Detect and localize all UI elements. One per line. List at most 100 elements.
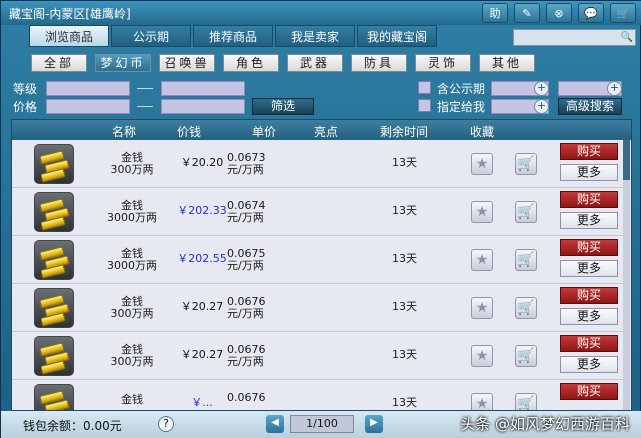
watermark: 头条 @如风梦幻西游百科 <box>460 415 630 433</box>
top-toolbar: 助 ✎ ⊗ 💬 🛒 <box>482 3 636 23</box>
gold-ingot-icon <box>34 288 74 328</box>
category-other[interactable]: 其他 <box>479 54 535 72</box>
assign-select[interactable]: + <box>491 99 549 114</box>
table-row[interactable]: 金钱 3000万两 ￥202.33 0.0674 元/万两 13天 ★ 🛒 购买… <box>12 188 624 236</box>
buy-button[interactable]: 购买 <box>560 335 618 352</box>
table-row[interactable]: 金钱 3000万两 ￥202.55 0.0675 元/万两 13天 ★ 🛒 购买… <box>12 236 624 284</box>
buy-button[interactable]: 购买 <box>560 143 618 160</box>
plus-icon: + <box>534 81 549 96</box>
category-all[interactable]: 全部 <box>31 54 87 72</box>
page-next-button[interactable]: ▶ <box>365 415 383 433</box>
cart-icon[interactable]: 🛒 <box>515 345 537 367</box>
filter-button[interactable]: 筛选 <box>252 98 314 115</box>
level-label: 等级 <box>13 82 38 96</box>
page-indicator: 1/100 <box>290 415 354 433</box>
item-unit: 元/万两 <box>227 355 264 368</box>
search-icon[interactable]: 🔍 <box>621 32 633 43</box>
assign-checkbox[interactable] <box>418 99 431 112</box>
tab-browse[interactable]: 浏览商品 <box>29 25 109 47</box>
more-button[interactable]: 更多 <box>560 308 618 325</box>
more-button[interactable]: 更多 <box>560 260 618 277</box>
buy-button[interactable]: 购买 <box>560 287 618 304</box>
item-time-left: 13天 <box>392 156 417 169</box>
public-label: 含公示期 <box>437 82 486 96</box>
category-role[interactable]: 角色 <box>223 54 279 72</box>
header-favorite: 收藏 <box>470 125 495 139</box>
star-icon[interactable]: ★ <box>471 297 493 319</box>
category-weapon[interactable]: 武器 <box>287 54 343 72</box>
header-time-left: 剩余时间 <box>380 125 429 139</box>
header-highlight: 亮点 <box>314 125 339 139</box>
table-row[interactable]: 金钱 300万两 ￥20.27 0.0676 元/万两 13天 ★ 🛒 购买 更… <box>12 284 624 332</box>
item-time-left: 13天 <box>392 204 417 217</box>
item-time-left: 13天 <box>392 300 417 313</box>
item-time-left: 13天 <box>392 252 417 265</box>
search-input[interactable] <box>514 30 635 46</box>
tab-recommend[interactable]: 推荐商品 <box>193 25 273 47</box>
star-icon[interactable]: ★ <box>471 153 493 175</box>
item-time-left: 13天 <box>392 396 417 409</box>
gold-ingot-icon <box>34 336 74 376</box>
edit-icon[interactable]: ✎ <box>514 3 540 23</box>
buy-button[interactable]: 购买 <box>560 239 618 256</box>
level-range-dash <box>137 88 153 89</box>
table-row[interactable]: 金钱 ￥... 0.0676 13天 ★ 🛒 购买 <box>12 380 624 410</box>
more-button[interactable]: 更多 <box>560 356 618 373</box>
tab-my-store[interactable]: 我的藏宝阁 <box>357 25 437 47</box>
table-row[interactable]: 金钱 300万两 ￥20.27 0.0676 元/万两 13天 ★ 🛒 购买 更… <box>12 332 624 380</box>
level-max-field[interactable] <box>161 81 245 96</box>
item-unit: 元/万两 <box>227 307 264 320</box>
scroll-thumb[interactable] <box>623 140 630 180</box>
header-unit-price: 单价 <box>252 125 277 139</box>
item-unit: 元/万两 <box>227 259 264 272</box>
cart-icon[interactable]: 🛒 <box>515 201 537 223</box>
cart-icon[interactable]: 🛒 <box>515 393 537 410</box>
page-prev-button[interactable]: ◀ <box>266 415 284 433</box>
help-assistant-icon[interactable]: 助 <box>482 3 508 23</box>
star-icon[interactable]: ★ <box>471 345 493 367</box>
public-select-2[interactable]: + <box>558 81 622 96</box>
star-icon[interactable]: ★ <box>471 393 493 410</box>
cart-icon[interactable]: 🛒 <box>515 153 537 175</box>
level-min-field[interactable] <box>46 81 130 96</box>
price-range-dash <box>137 106 153 107</box>
price-max-field[interactable] <box>161 99 245 114</box>
buy-button[interactable]: 购买 <box>560 383 618 400</box>
star-icon[interactable]: ★ <box>471 201 493 223</box>
stop-icon[interactable]: ⊗ <box>546 3 572 23</box>
buy-button[interactable]: 购买 <box>560 191 618 208</box>
category-bar: 全部 梦幻币 召唤兽 角色 武器 防具 灵饰 其他 <box>31 54 535 72</box>
wallet-balance: 钱包余额：0.00元 <box>23 419 122 433</box>
star-icon[interactable]: ★ <box>471 249 493 271</box>
goods-table: 名称 价钱 单价 亮点 剩余时间 收藏 金钱 300万两 ￥20.20 0.06… <box>11 119 632 411</box>
tab-seller[interactable]: 我是卖家 <box>275 25 355 47</box>
window-title: 藏宝阁-内蒙区[雄鹰岭] <box>9 7 131 21</box>
search-box: 🔍 <box>513 29 636 46</box>
public-select[interactable]: + <box>491 81 549 96</box>
help-icon[interactable]: ? <box>158 416 174 432</box>
price-label: 价格 <box>13 100 38 114</box>
gold-ingot-icon <box>34 384 74 410</box>
header-price: 价钱 <box>177 125 202 139</box>
cart-icon[interactable]: 🛒 <box>515 249 537 271</box>
table-row[interactable]: 金钱 300万两 ￥20.20 0.0673 元/万两 13天 ★ 🛒 购买 更… <box>12 140 624 188</box>
item-unit: 元/万两 <box>227 163 264 176</box>
item-unit-price: 0.0676 <box>227 391 266 404</box>
more-button[interactable]: 更多 <box>560 164 618 181</box>
item-time-left: 13天 <box>392 348 417 361</box>
public-checkbox[interactable] <box>418 81 431 94</box>
cart-icon[interactable]: 🛒 <box>610 3 636 23</box>
more-button[interactable]: 更多 <box>560 212 618 229</box>
category-ornament[interactable]: 灵饰 <box>415 54 471 72</box>
chat-icon[interactable]: 💬 <box>578 3 604 23</box>
assign-label: 指定给我 <box>437 100 486 114</box>
cart-icon[interactable]: 🛒 <box>515 297 537 319</box>
category-summon[interactable]: 召唤兽 <box>159 54 215 72</box>
table-scrollbar[interactable] <box>623 140 630 410</box>
tab-public[interactable]: 公示期 <box>111 25 191 47</box>
category-armor[interactable]: 防具 <box>351 54 407 72</box>
price-min-field[interactable] <box>46 99 130 114</box>
category-money[interactable]: 梦幻币 <box>95 54 151 72</box>
advanced-search-button[interactable]: 高级搜索 <box>558 98 622 115</box>
plus-icon: + <box>534 99 549 114</box>
